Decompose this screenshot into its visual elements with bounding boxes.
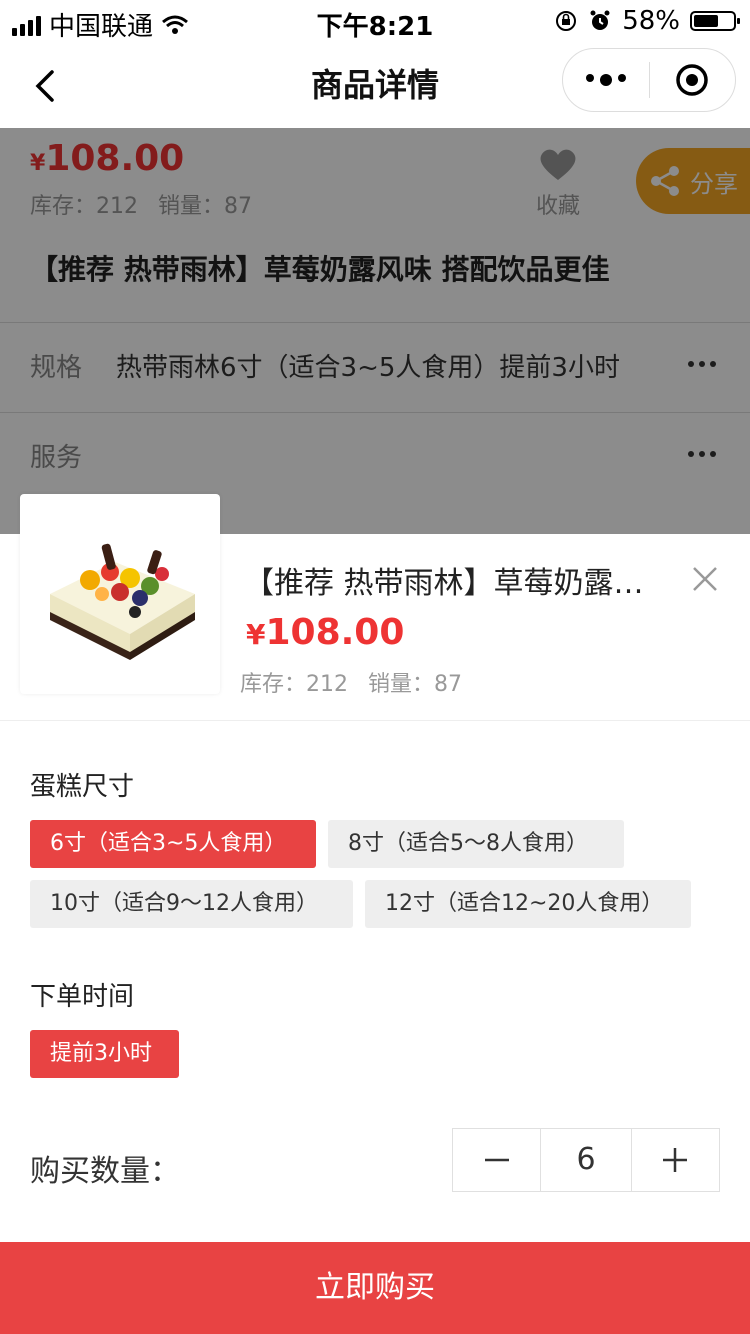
product-thumbnail (20, 494, 220, 694)
size-option-6[interactable]: 6寸（适合3~5人食用） (30, 820, 316, 868)
quantity-stepper: 6 (452, 1128, 720, 1192)
nav-bar: 商品详情 (0, 44, 750, 128)
more-icon[interactable] (563, 74, 649, 86)
size-option-10[interactable]: 10寸（适合9～12人食用） (30, 880, 353, 928)
size-option-12[interactable]: 12寸（适合12~20人食用） (365, 880, 691, 928)
sheet-sales-label: 销量：87 (368, 672, 462, 697)
rotation-lock-icon (556, 11, 577, 31)
close-icon[interactable] (690, 564, 720, 594)
size-section-title: 蛋糕尺寸 (30, 772, 135, 802)
time-section-title: 下单时间 (30, 982, 135, 1012)
increase-button[interactable] (632, 1129, 719, 1191)
sheet-currency-symbol: ¥ (246, 618, 266, 651)
miniprogram-capsule (562, 48, 736, 112)
sheet-stock-label: 库存：212 (240, 672, 348, 697)
spec-selector-sheet: 【推荐 热带雨林】草莓奶露风味 搭配饮品更佳 ¥108.00 库存：212 销量：… (0, 494, 750, 1334)
battery-icon (690, 11, 740, 31)
battery-percent: 58% (622, 6, 680, 36)
alarm-icon (590, 10, 610, 30)
decrease-button[interactable] (453, 1129, 540, 1191)
buy-now-button[interactable]: 立即购买 (0, 1242, 750, 1334)
size-option-8[interactable]: 8寸（适合5～8人食用） (328, 820, 624, 868)
sheet-stock-sales: 库存：212 销量：87 (240, 666, 462, 698)
sheet-price: ¥108.00 (246, 612, 404, 653)
minus-icon (484, 1158, 509, 1162)
quantity-label: 购买数量： (30, 1154, 180, 1189)
sheet-price-value: 108.00 (265, 612, 405, 653)
status-bar: 中国联通 下午8:21 58% (0, 0, 750, 44)
quantity-value[interactable]: 6 (540, 1129, 632, 1191)
sheet-product-title: 【推荐 热带雨林】草莓奶露风味 搭配饮品更佳 (244, 566, 664, 601)
plus-icon (663, 1148, 688, 1172)
modal-overlay[interactable] (0, 128, 750, 534)
close-miniprogram-icon[interactable] (650, 62, 736, 98)
status-right: 58% (554, 6, 740, 36)
divider (0, 720, 750, 721)
time-option-3h[interactable]: 提前3小时 (30, 1030, 179, 1078)
cake-image (50, 543, 195, 660)
